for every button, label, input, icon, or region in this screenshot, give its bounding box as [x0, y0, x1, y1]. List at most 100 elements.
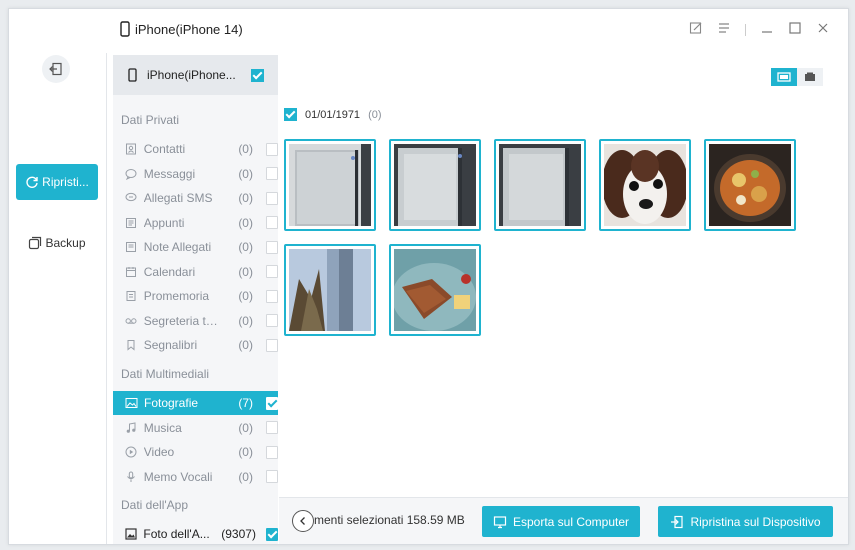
sidebar-item-checkbox[interactable] [266, 527, 278, 541]
computer-icon [493, 515, 507, 528]
voice-memo-icon [125, 471, 138, 483]
sidebar-item-count: (0) [238, 289, 253, 303]
message-icon [125, 168, 138, 180]
sidebar-item-checkbox[interactable] [265, 191, 278, 205]
folder-view-icon [805, 72, 815, 81]
sidebar-item-contatti[interactable]: Contatti (0) [113, 137, 278, 161]
nav-backup-label: Backup [45, 236, 86, 250]
sidebar-item-foto-dell-a[interactable]: Foto dell'A... (9307) [113, 522, 278, 544]
nav-backup-button[interactable]: Backup [16, 227, 98, 259]
sidebar-item-label: Video [143, 445, 175, 459]
reminder-icon [125, 290, 138, 302]
selection-summary: menti selezionati 158.59 MB [314, 513, 465, 527]
minimize-icon[interactable] [760, 21, 774, 38]
sidebar-item-checkbox[interactable] [265, 265, 278, 278]
sidebar-item-promemoria[interactable]: Promemoria (0) [113, 284, 278, 308]
sidebar-item-checkbox[interactable] [265, 470, 278, 483]
bookmark-icon [125, 339, 138, 351]
sidebar-item-label: Memo Vocali [143, 469, 213, 484]
nav-restore-button[interactable]: Ripristi... [16, 164, 98, 200]
sidebar-item-calendari[interactable]: Calendari (0) [113, 260, 278, 284]
phone-icon [120, 21, 130, 37]
date-checkbox[interactable] [284, 108, 297, 121]
nav-restore-label: Ripristi... [42, 175, 89, 189]
sidebar-item-count: (0) [238, 142, 253, 156]
phone-icon [128, 68, 137, 82]
contacts-icon [125, 143, 138, 155]
menu-icon[interactable] [717, 21, 731, 38]
photo-thumbnail[interactable] [494, 139, 586, 231]
date-count: (0) [368, 108, 382, 121]
sidebar-item-label: Promemoria [143, 289, 210, 303]
view-toggle [771, 68, 823, 86]
sidebar-item-label: Foto dell'A... [143, 527, 210, 541]
list-view-button[interactable] [797, 68, 823, 86]
photo-thumbnail[interactable] [389, 139, 481, 231]
device-checkbox[interactable] [251, 68, 264, 82]
titlebar-divider [745, 23, 746, 36]
photo-thumbnail[interactable] [599, 139, 691, 231]
photo-thumbnail[interactable] [389, 244, 481, 336]
sidebar-item-appunti[interactable]: Appunti (0) [113, 211, 278, 235]
photo-puppy [604, 144, 686, 226]
photo-thumbnail[interactable] [284, 244, 376, 336]
sidebar-item-note-allegati[interactable]: Note Allegati (0) [113, 235, 278, 259]
app-window: Ripristi... Backup iPhone(iPhone 14) iPh… [8, 8, 849, 545]
device-restore-icon [671, 515, 684, 528]
photo-thumbnail[interactable] [284, 139, 376, 231]
sidebar-item-checkbox[interactable] [265, 167, 278, 180]
sidebar-item-segreteria-tele[interactable]: Segreteria tele... (0) [113, 309, 278, 333]
sidebar-item-checkbox[interactable] [265, 314, 278, 327]
sidebar-item-count: (0) [238, 313, 253, 328]
restore-to-device-button[interactable]: Ripristina sul Dispositivo [658, 506, 833, 537]
sidebar-item-messaggi[interactable]: Messaggi (0) [113, 162, 278, 186]
maximize-icon[interactable] [788, 21, 802, 38]
sidebar-item-count: (9307) [221, 527, 256, 541]
sidebar-item-count: (0) [238, 191, 253, 205]
export-to-computer-button[interactable]: Esporta sul Computer [482, 506, 640, 537]
sidebar-item-checkbox[interactable] [265, 289, 278, 303]
sidebar-item-count: (0) [238, 469, 253, 484]
sidebar-item-checkbox[interactable] [265, 421, 278, 434]
sidebar-item-segnalibri[interactable]: Segnalibri (0) [113, 333, 278, 357]
sidebar-item-checkbox[interactable] [265, 142, 278, 156]
refresh-icon [26, 176, 38, 188]
date-label: 01/01/1971 [305, 108, 361, 121]
voicemail-icon [125, 315, 138, 327]
device-name: iPhone(iPhone 14) [135, 21, 243, 37]
sidebar-item-musica[interactable]: Musica (0) [113, 416, 278, 440]
close-icon[interactable] [816, 21, 830, 38]
photo-thumbnail[interactable] [704, 139, 796, 231]
exit-icon [49, 62, 62, 76]
sidebar-item-allegati-sms[interactable]: Allegati SMS (0) [113, 186, 278, 210]
scroll-left-button[interactable] [292, 510, 314, 532]
device-title: iPhone(iPhone 14) [120, 21, 243, 37]
feedback-icon[interactable] [689, 21, 703, 38]
thumbnail-view-button[interactable] [771, 68, 797, 86]
title-bar: iPhone(iPhone 14) [106, 9, 848, 53]
app-photo-icon [125, 528, 137, 540]
photo-plate-food [394, 249, 476, 331]
sidebar-item-checkbox[interactable] [265, 338, 278, 352]
sidebar-item-label: Note Allegati [143, 240, 212, 254]
sidebar-item-label: Calendari [143, 264, 196, 279]
sidebar-item-fotografie[interactable]: Fotografie (7) [113, 391, 278, 415]
sidebar-item-video[interactable]: Video (0) [113, 440, 278, 464]
back-button[interactable] [42, 55, 70, 83]
sidebar-item-count: (0) [238, 240, 253, 254]
sidebar-item-checkbox[interactable] [265, 445, 278, 459]
sidebar-item-checkbox[interactable] [265, 240, 278, 254]
note-attachment-icon [125, 241, 138, 253]
category-sidebar: iPhone(iPhone... Dati Privati Contatti (0… [113, 55, 278, 544]
sidebar-item-label: Contatti [143, 142, 186, 156]
private-section-label: Dati Privati [121, 113, 180, 127]
sidebar-item-memo-vocali[interactable]: Memo Vocali (0) [113, 465, 278, 489]
sidebar-item-checkbox[interactable] [266, 396, 278, 410]
photo-icon [125, 397, 138, 409]
sidebar-item-count: (7) [238, 396, 253, 410]
left-nav: Ripristi... Backup [9, 9, 107, 544]
music-icon [125, 421, 138, 434]
sidebar-item-label: Messaggi [143, 166, 196, 181]
device-row[interactable]: iPhone(iPhone... [113, 55, 278, 95]
sidebar-item-checkbox[interactable] [265, 216, 278, 229]
